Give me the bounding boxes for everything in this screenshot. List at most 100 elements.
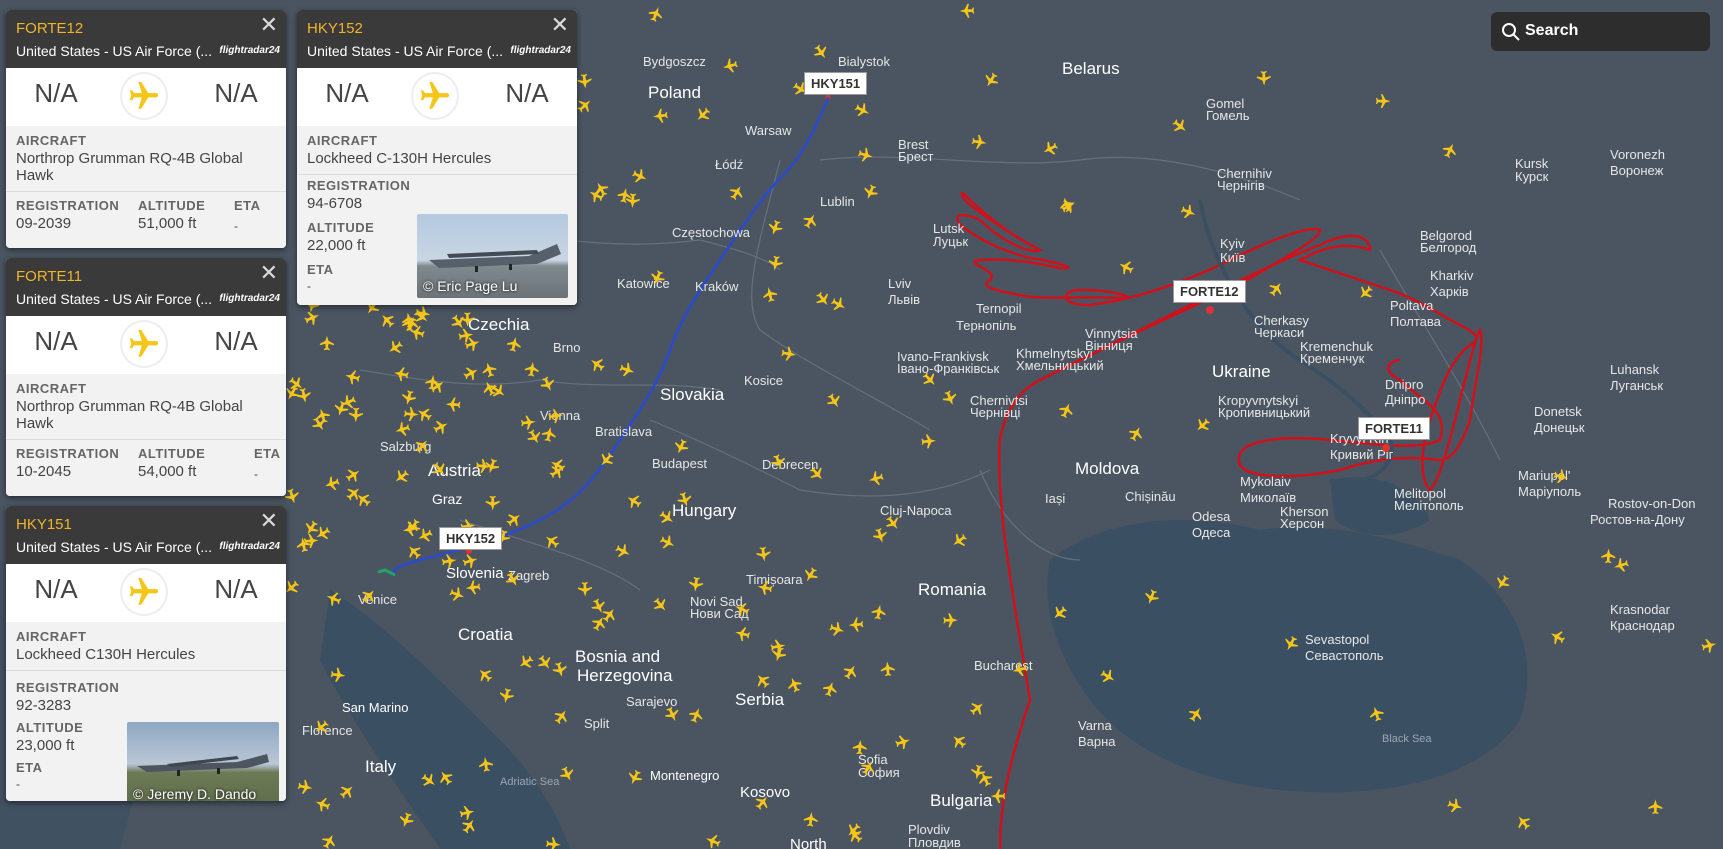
photo-credit: © Jeremy D. Dando	[133, 786, 257, 801]
origin: N/A	[325, 78, 369, 108]
card-details: AIRCRAFT Northrop Grumman RQ-4B Global H…	[6, 374, 286, 496]
registration-label: REGISTRATION	[16, 198, 120, 213]
svg-text:Bucharest: Bucharest	[974, 658, 1033, 673]
svg-text:Sevastopol: Sevastopol	[1305, 632, 1369, 647]
altitude-label: ALTITUDE	[16, 720, 84, 735]
altitude-label: ALTITUDE	[307, 220, 375, 235]
svg-text:Пловдив: Пловдив	[908, 835, 961, 849]
card-details: AIRCRAFT Northrop Grumman RQ-4B Global H…	[6, 126, 286, 248]
map-tag-hky151[interactable]: HKY151	[804, 72, 868, 95]
svg-text:Чернівці: Чернівці	[970, 405, 1021, 420]
svg-text:Ростов-на-Дону: Ростов-на-Дону	[1590, 512, 1685, 527]
svg-text:Sarajevo: Sarajevo	[626, 694, 677, 709]
callsign[interactable]: FORTE11	[16, 268, 82, 285]
close-icon[interactable]: ✕	[260, 510, 278, 532]
card-header: HKY151 United States - US Air Force (...…	[6, 506, 286, 564]
eta-label: ETA	[307, 262, 334, 277]
map-tag-forte12[interactable]: FORTE12	[1173, 280, 1246, 303]
callsign[interactable]: HKY151	[16, 516, 72, 533]
svg-text:Чернігів: Чернігів	[1217, 178, 1265, 193]
registration-label: REGISTRATION	[16, 680, 120, 695]
svg-text:Севастополь: Севастополь	[1305, 648, 1384, 663]
country-poland: Poland	[648, 83, 701, 102]
altitude: 23,000 ft	[16, 737, 75, 754]
svg-text:Donetsk: Donetsk	[1534, 404, 1582, 419]
destination: N/A	[214, 326, 258, 356]
card-details: AIRCRAFT Lockheed C130H Hercules REGISTR…	[6, 622, 286, 801]
destination: N/A	[214, 78, 258, 108]
svg-text:Debrecen: Debrecen	[762, 457, 818, 472]
close-icon[interactable]: ✕	[551, 14, 569, 36]
svg-text:Lublin: Lublin	[820, 194, 855, 209]
svg-text:Herzegovina: Herzegovina	[577, 666, 673, 685]
svg-text:Chișinău: Chișinău	[1125, 489, 1176, 504]
svg-text:Dnipro: Dnipro	[1385, 377, 1423, 392]
eta-label: ETA	[16, 760, 43, 775]
destination: N/A	[214, 574, 258, 604]
aircraft-label: AIRCRAFT	[16, 133, 87, 148]
registration-label: REGISTRATION	[16, 446, 120, 461]
airplane-icon	[120, 320, 168, 368]
country-bulgaria: Bulgaria	[930, 791, 993, 810]
svg-text:Маріуполь: Маріуполь	[1518, 484, 1581, 499]
svg-text:Iași: Iași	[1045, 491, 1065, 506]
svg-text:Kharkiv: Kharkiv	[1430, 268, 1474, 283]
map-tag-hky152[interactable]: HKY152	[439, 527, 503, 550]
svg-text:Краснодар: Краснодар	[1610, 618, 1675, 633]
country-bosnia: Bosnia and	[575, 647, 660, 666]
svg-text:Тернопіль: Тернопіль	[956, 318, 1017, 333]
destination: N/A	[505, 78, 549, 108]
registration: 92-3283	[16, 697, 72, 714]
origin: N/A	[34, 326, 78, 356]
country-slovenia: Slovenia	[446, 565, 504, 582]
svg-text:San Marino: San Marino	[342, 700, 408, 715]
svg-text:Rostov-on-Don: Rostov-on-Don	[1608, 496, 1695, 511]
svg-text:Bialystok: Bialystok	[838, 54, 891, 69]
svg-text:Львів: Львів	[888, 292, 920, 307]
svg-text:Katowice: Katowice	[617, 276, 670, 291]
aircraft-type: Lockheed C130H Hercules	[16, 646, 196, 663]
svg-text:Varna: Varna	[1078, 718, 1112, 733]
svg-text:Мелітополь: Мелітополь	[1394, 498, 1464, 513]
svg-text:Вінниця: Вінниця	[1085, 338, 1133, 353]
aircraft-type: Northrop Grumman RQ-4B Global Hawk	[16, 150, 243, 184]
country-romania: Romania	[918, 580, 987, 599]
close-icon[interactable]: ✕	[260, 262, 278, 284]
forte12-marker	[1206, 306, 1214, 314]
flight-card-hky152[interactable]: HKY152 United States - US Air Force (...…	[297, 10, 577, 305]
close-icon[interactable]: ✕	[260, 14, 278, 36]
aircraft-type: Lockheed C-130H Hercules	[307, 150, 492, 167]
svg-text:Херсон: Херсон	[1280, 516, 1324, 531]
search-button[interactable]: Search	[1491, 12, 1710, 51]
flight-card-hky151[interactable]: HKY151 United States - US Air Force (...…	[6, 506, 286, 801]
svg-text:Полтава: Полтава	[1390, 314, 1442, 329]
svg-text:Odesa: Odesa	[1192, 509, 1231, 524]
aircraft-section: AIRCRAFT Lockheed C-130H Hercules	[297, 126, 577, 175]
origin: N/A	[34, 78, 78, 108]
country-czechia: Czechia	[468, 315, 530, 334]
aircraft-photo[interactable]: © Eric Page Lu	[417, 214, 568, 298]
svg-text:Łódź: Łódź	[715, 157, 743, 172]
eta: -	[16, 777, 20, 791]
callsign[interactable]: FORTE12	[16, 20, 83, 37]
svg-text:Луганськ: Луганськ	[1610, 378, 1663, 393]
aircraft-section: AIRCRAFT Northrop Grumman RQ-4B Global H…	[6, 374, 286, 440]
registration: 94-6708	[307, 195, 363, 212]
svg-text:Graz: Graz	[432, 491, 462, 507]
map-tag-forte11[interactable]: FORTE11	[1358, 417, 1430, 440]
flight-card-forte11[interactable]: FORTE11 United States - US Air Force (..…	[6, 258, 286, 496]
country-croatia: Croatia	[458, 625, 513, 644]
svg-text:Івано-Франківськ: Івано-Франківськ	[897, 361, 999, 376]
callsign[interactable]: HKY152	[307, 20, 363, 37]
svg-text:Budapest: Budapest	[652, 456, 707, 471]
registration: 09-2039	[16, 215, 72, 232]
svg-text:Черкаси: Черкаси	[1254, 325, 1304, 340]
svg-text:Донецьк: Донецьк	[1534, 420, 1585, 435]
photo-credit: © Eric Page Lu	[423, 278, 518, 294]
flight-card-forte12[interactable]: FORTE12 United States - US Air Force (..…	[6, 10, 286, 248]
search-icon	[1502, 23, 1520, 41]
svg-text:Луцьк: Луцьк	[933, 234, 968, 249]
aircraft-photo[interactable]: © Jeremy D. Dando	[127, 722, 279, 801]
forte11-marker	[1382, 444, 1390, 452]
svg-text:Częstochowa: Częstochowa	[672, 225, 751, 240]
